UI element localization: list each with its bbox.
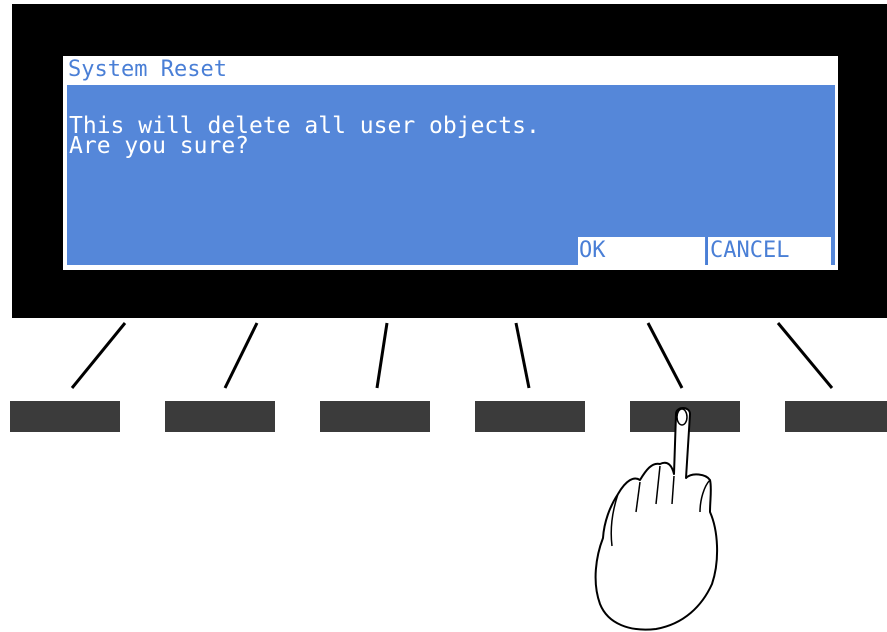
- softkey-2[interactable]: [165, 401, 275, 432]
- connector-line-4: [514, 322, 531, 389]
- connector-line-3: [375, 322, 389, 389]
- softkey-4[interactable]: [475, 401, 585, 432]
- connector-line-5: [646, 322, 684, 389]
- softkey-connector-lines: [70, 322, 834, 389]
- pointing-hand-icon: [594, 407, 719, 631]
- connector-line-1: [70, 322, 127, 389]
- connector-line-6: [776, 322, 834, 389]
- connector-line-2: [223, 322, 259, 389]
- softkey-1[interactable]: [10, 401, 120, 432]
- softkey-6[interactable]: [785, 401, 887, 432]
- softkey-3[interactable]: [320, 401, 430, 432]
